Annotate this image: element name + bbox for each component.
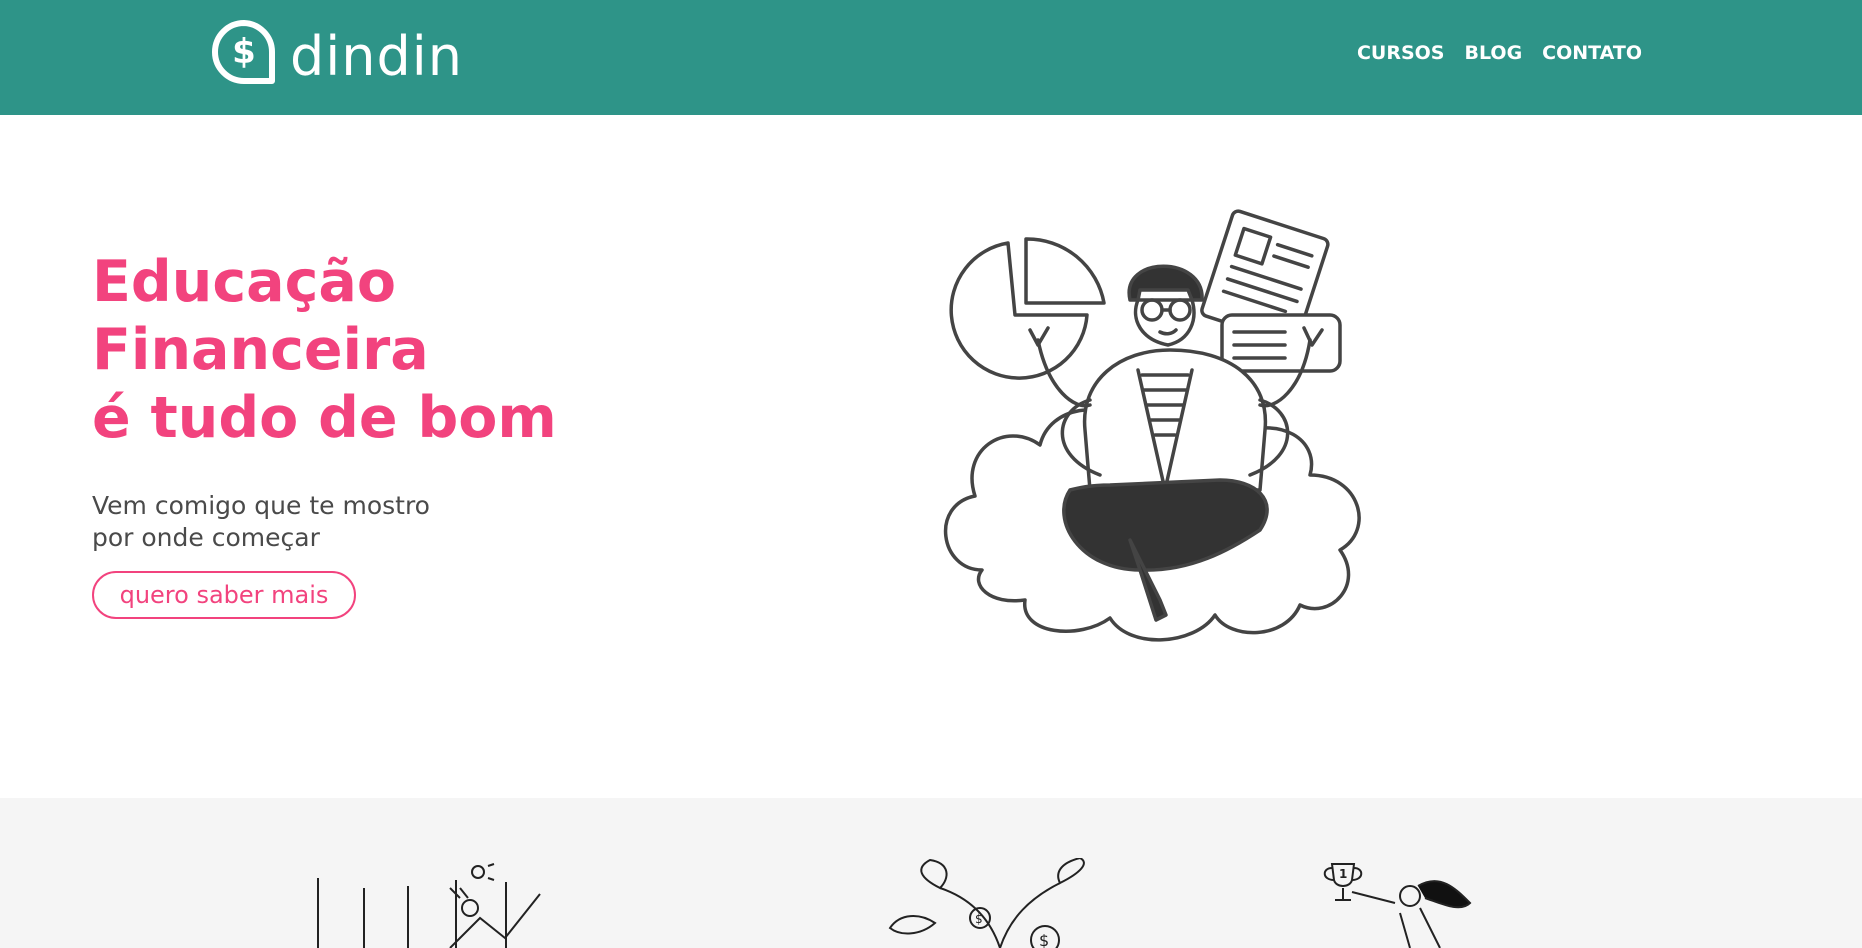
logo-dollar-bubble-icon: $ [212, 20, 275, 84]
hero-subtitle-line-2: por onde começar [92, 523, 320, 552]
nav-link-blog[interactable]: BLOG [1465, 42, 1523, 64]
growth-chart-person-icon [317, 863, 541, 948]
hero-subtitle-line-1: Vem comigo que te mostro [92, 491, 430, 520]
person-meditating-on-cloud-icon [943, 209, 1361, 642]
header-bar: $ dindin CURSOS BLOG CONTATO [0, 0, 1862, 115]
hero-title: Educação Financeira é tudo de bom [92, 248, 557, 452]
main-nav: CURSOS BLOG CONTATO [1357, 42, 1642, 64]
nav-link-contato[interactable]: CONTATO [1542, 42, 1642, 64]
nav-link-cursos[interactable]: CURSOS [1357, 42, 1445, 64]
money-plant-icon: $ $ [888, 858, 1085, 948]
hero-title-line-2: Financeira [92, 317, 429, 383]
trophy-number: 1 [1339, 867, 1347, 881]
brand-name: dindin [290, 24, 464, 88]
learn-more-button[interactable]: quero saber mais [92, 571, 356, 619]
features-section: $ $ 1 [0, 798, 1862, 948]
svg-text:$: $ [975, 912, 983, 926]
hero-title-line-1: Educação [92, 249, 396, 315]
hero-subtitle: Vem comigo que te mostro por onde começa… [92, 490, 430, 554]
hero-title-line-3: é tudo de bom [92, 385, 557, 451]
svg-text:$: $ [1039, 931, 1049, 948]
trophy-winner-icon: 1 [1323, 863, 1472, 948]
logo-symbol: $ [232, 32, 256, 72]
logo[interactable]: $ dindin [210, 18, 463, 88]
